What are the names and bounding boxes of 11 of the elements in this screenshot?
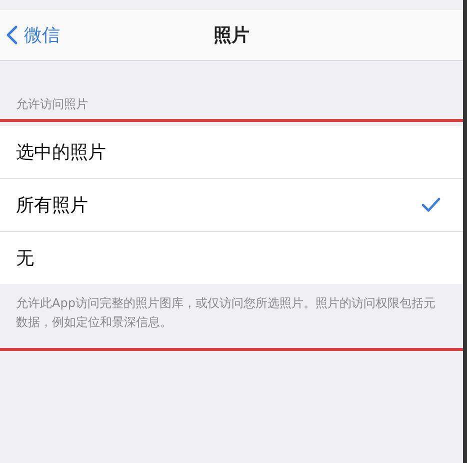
page-title: 照片 xyxy=(214,24,250,47)
section-header: 允许访问照片 xyxy=(15,96,89,113)
option-row[interactable]: 所有照片 xyxy=(0,179,463,232)
option-label: 选中的照片 xyxy=(16,141,106,164)
section-footer: 允许此App访问完整的照片图库，或仅访问您所选照片。照片的访问权限包括元数据，例如定位和景深信息。 xyxy=(0,284,463,348)
option-label: 所有照片 xyxy=(16,194,88,217)
option-label: 无 xyxy=(16,247,34,270)
back-chevron-icon xyxy=(6,25,18,45)
option-row[interactable]: 选中的照片 xyxy=(0,126,463,179)
option-row[interactable]: 无 xyxy=(0,232,463,284)
back-button[interactable]: 微信 xyxy=(0,23,60,47)
